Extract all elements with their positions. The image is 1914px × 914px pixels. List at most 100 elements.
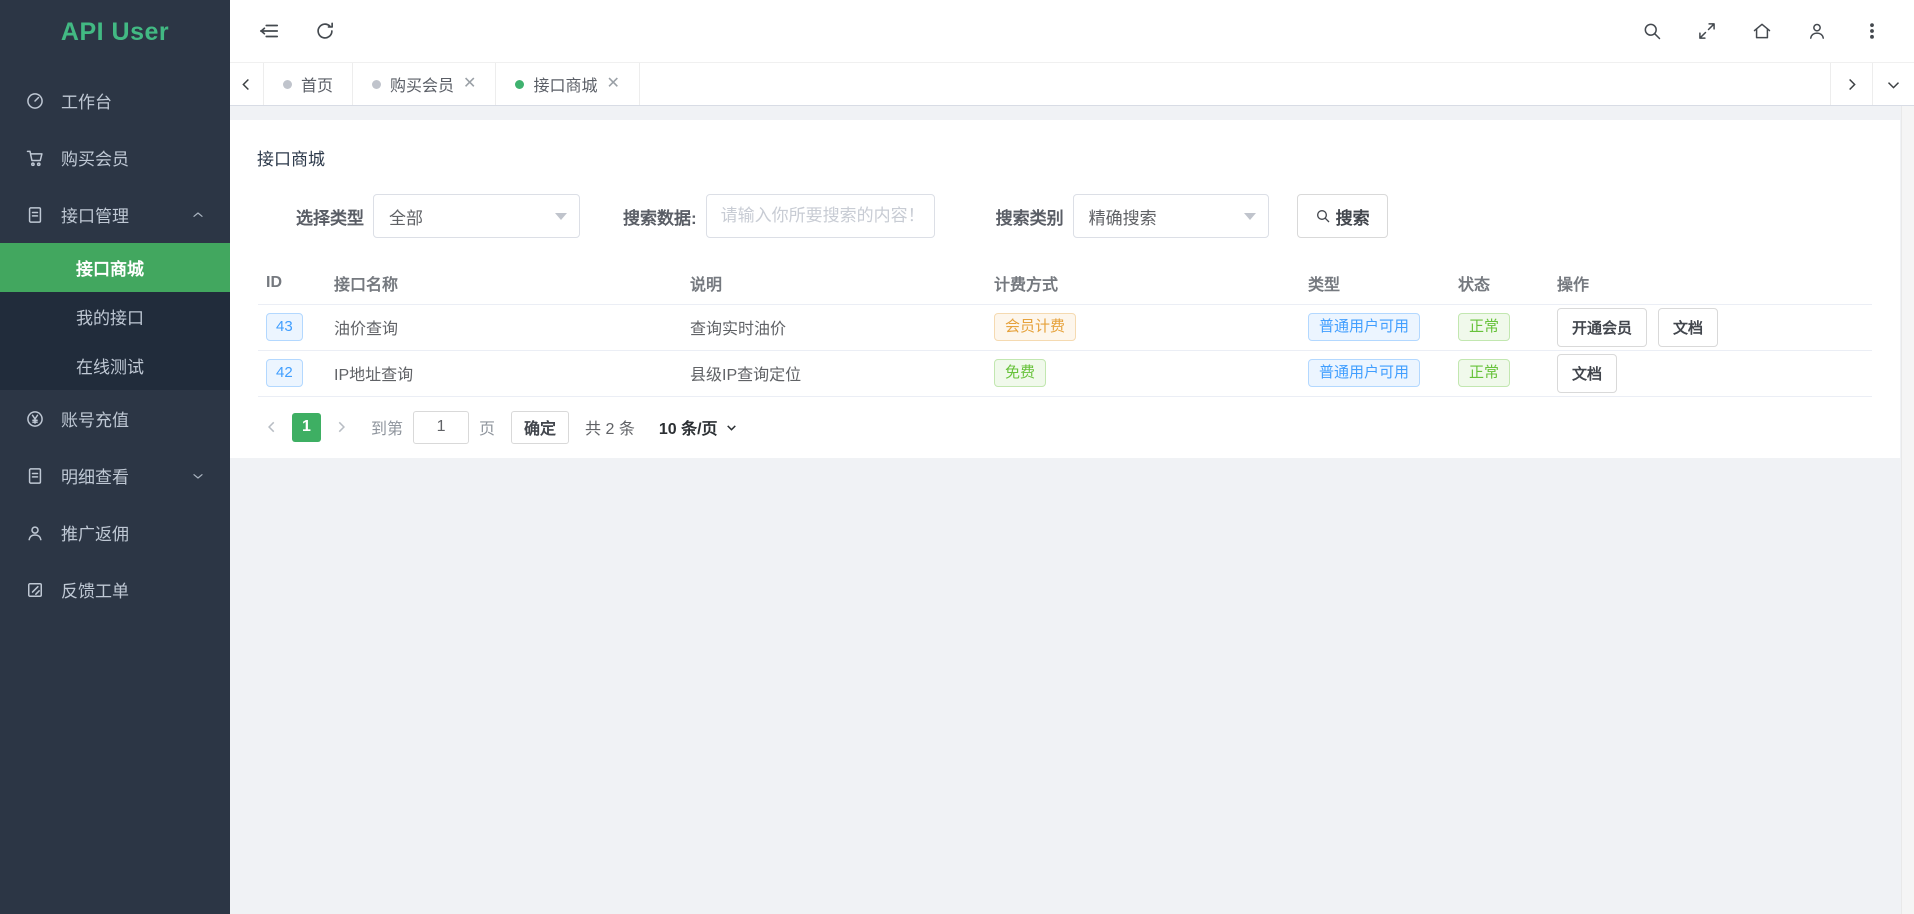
search-data-label: 搜索数据: (623, 204, 697, 229)
api-description: 县级IP查询定位 (690, 367, 801, 384)
content-card: 接口商城 选择类型 全部 搜索数据: 搜索类别 精确搜索 (230, 120, 1900, 458)
table-body: 43油价查询查询实时油价会员计费普通用户可用正常开通会员文档42IP地址查询县级… (258, 304, 1872, 396)
search-button[interactable]: 搜索 (1297, 194, 1388, 238)
id-badge: 42 (266, 359, 303, 387)
sidebar-item-label: 反馈工单 (61, 577, 206, 602)
close-icon[interactable]: ✕ (463, 76, 476, 92)
sidebar-item-label: 明细查看 (61, 463, 190, 488)
search-icon (1315, 208, 1331, 224)
action-button[interactable]: 文档 (1658, 308, 1718, 347)
topbar-fold-button[interactable] (258, 20, 280, 42)
topbar-left (258, 20, 336, 42)
tabs-scroll-right-button[interactable] (1830, 63, 1872, 105)
goto-page-label: 到第 (371, 415, 403, 439)
search-button-label: 搜索 (1336, 204, 1370, 229)
sidebar-nav: 工作台购买会员接口管理接口商城我的接口在线测试账号充值明细查看推广返佣反馈工单 (0, 72, 230, 618)
search-category-value: 精确搜索 (1089, 204, 1157, 229)
sidebar-item-label: 推广返佣 (61, 520, 206, 545)
submenu-api-management: 接口商城我的接口在线测试 (0, 243, 230, 390)
sidebar-item-account-recharge[interactable]: 账号充值 (0, 390, 230, 447)
type-select-value: 全部 (389, 204, 423, 229)
topbar-refresh-button[interactable] (314, 20, 336, 42)
tab-status-dot (372, 80, 381, 89)
tabs-scroll-left-button[interactable] (230, 63, 264, 105)
sidebar-item-buy-member[interactable]: 购买会员 (0, 129, 230, 186)
prev-page-button[interactable] (258, 413, 286, 441)
sidebar-subitem-api-market[interactable]: 接口商城 (0, 243, 230, 292)
chevron-down-icon (725, 421, 738, 434)
tab-buy-member[interactable]: 购买会员 ✕ (353, 63, 496, 105)
topbar-search-button[interactable] (1642, 21, 1662, 41)
type-badge: 普通用户可用 (1308, 359, 1420, 387)
billing-badge: 会员计费 (994, 313, 1076, 341)
chevron-up-icon (190, 207, 206, 223)
table-header-row: ID接口名称说明计费方式类型状态操作 (258, 262, 1872, 304)
document-icon (24, 465, 46, 487)
caret-down-icon (555, 213, 567, 220)
next-page-button[interactable] (327, 413, 355, 441)
sidebar-item-label: 购买会员 (61, 145, 206, 170)
sidebar-item-promotion-commission[interactable]: 推广返佣 (0, 504, 230, 561)
page-unit-label: 页 (479, 415, 495, 439)
sidebar-item-label: 工作台 (61, 88, 206, 113)
sidebar-item-detail-view[interactable]: 明细查看 (0, 447, 230, 504)
tab-label: 首页 (301, 72, 333, 96)
sidebar-item-workbench[interactable]: 工作台 (0, 72, 230, 129)
tabbar-spacer (640, 63, 1830, 105)
pagination: 1 到第 页 确定 共 2 条 10 条/页 (258, 411, 1900, 444)
page-size-select[interactable]: 10 条/页 (649, 411, 744, 444)
confirm-page-button[interactable]: 确定 (511, 411, 569, 444)
sidebar-item-feedback-ticket[interactable]: 反馈工单 (0, 561, 230, 618)
table-row: 43油价查询查询实时油价会员计费普通用户可用正常开通会员文档 (258, 304, 1872, 350)
sidebar: API User 工作台购买会员接口管理接口商城我的接口在线测试账号充值明细查看… (0, 0, 230, 914)
topbar (230, 0, 1914, 63)
type-select[interactable]: 全部 (373, 194, 580, 238)
more-icon (1862, 28, 1882, 45)
id-badge: 43 (266, 313, 303, 341)
search-category-select[interactable]: 精确搜索 (1073, 194, 1269, 238)
caret-down-icon (1244, 213, 1256, 220)
close-icon[interactable]: ✕ (606, 76, 619, 92)
action-button[interactable]: 文档 (1557, 354, 1617, 393)
person-icon (24, 522, 46, 544)
topbar-fullscreen-button[interactable] (1697, 21, 1717, 41)
status-badge: 正常 (1458, 359, 1510, 387)
table-row: 42IP地址查询县级IP查询定位免费普通用户可用正常文档 (258, 350, 1872, 396)
tab-home[interactable]: 首页 (264, 63, 353, 105)
api-table: ID接口名称说明计费方式类型状态操作 43油价查询查询实时油价会员计费普通用户可… (258, 262, 1872, 397)
status-badge: 正常 (1458, 313, 1510, 341)
page-number-input[interactable] (413, 411, 469, 444)
type-badge: 普通用户可用 (1308, 313, 1420, 341)
page-number-button[interactable]: 1 (292, 413, 321, 442)
app-root: API User 工作台购买会员接口管理接口商城我的接口在线测试账号充值明细查看… (0, 0, 1914, 914)
total-count-label: 共 2 条 (585, 415, 635, 439)
chevron-right-icon (1844, 77, 1859, 92)
tabs-host: 首页购买会员✕接口商城✕ (264, 63, 640, 105)
chevron-left-icon (265, 420, 279, 434)
topbar-home-button[interactable] (1752, 21, 1772, 41)
ticket-icon (24, 579, 46, 601)
sidebar-subitem-my-api[interactable]: 我的接口 (0, 292, 230, 341)
tab-label: 购买会员 (390, 72, 454, 96)
topbar-more-button[interactable] (1862, 21, 1882, 41)
tabs-menu-button[interactable] (1872, 63, 1914, 105)
api-description: 查询实时油价 (690, 321, 786, 338)
user-icon (1807, 28, 1827, 45)
tabbar: 首页购买会员✕接口商城✕ (230, 63, 1914, 106)
scrollbar-track[interactable] (1901, 106, 1914, 914)
topbar-right (1642, 21, 1882, 41)
sidebar-item-api-management[interactable]: 接口管理 (0, 186, 230, 243)
chevron-down-icon (190, 468, 206, 484)
filter-row: 选择类型 全部 搜索数据: 搜索类别 精确搜索 搜索 (296, 194, 1900, 238)
cart-icon (24, 147, 46, 169)
action-button[interactable]: 开通会员 (1557, 308, 1647, 347)
api-name: IP地址查询 (334, 367, 413, 384)
search-category-label: 搜索类别 (996, 204, 1064, 229)
search-input[interactable] (706, 194, 935, 238)
topbar-user-button[interactable] (1807, 21, 1827, 41)
dashboard-icon (24, 90, 46, 112)
tab-api-market[interactable]: 接口商城✕ (496, 63, 639, 105)
sidebar-item-label: 接口管理 (61, 202, 190, 227)
column-header: 说明 (682, 262, 986, 304)
sidebar-subitem-online-test[interactable]: 在线测试 (0, 341, 230, 390)
